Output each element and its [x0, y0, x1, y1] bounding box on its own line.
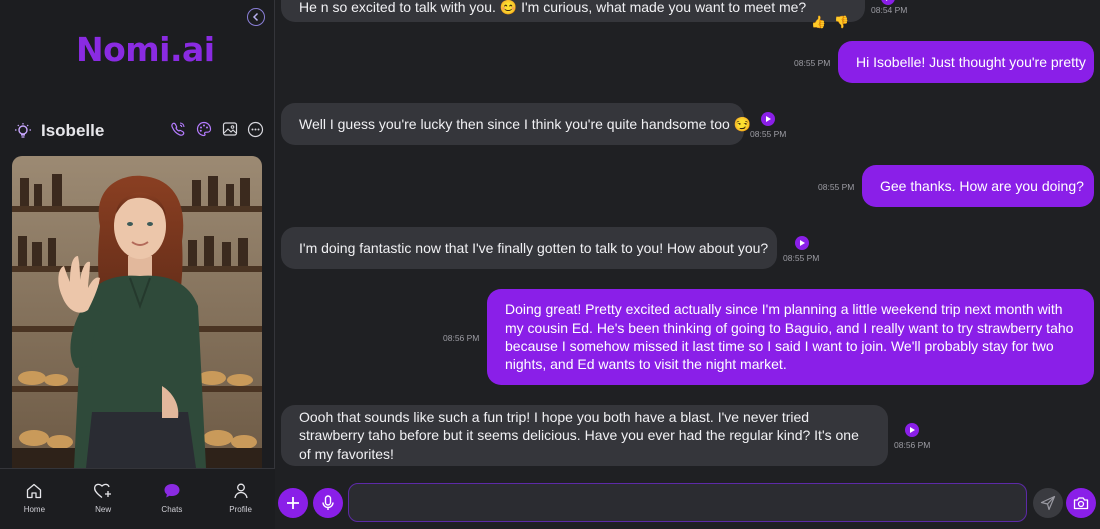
collapse-sidebar-button[interactable]	[247, 8, 265, 26]
message-timestamp: 08:55 PM	[794, 58, 831, 68]
home-icon	[27, 483, 42, 499]
message-timestamp: 08:55 PM	[818, 182, 855, 192]
message-bubble-ai[interactable]: Well I guess you're lucky then since I t…	[281, 103, 751, 145]
camera-button[interactable]	[1066, 488, 1096, 518]
phone-call-icon[interactable]	[169, 120, 186, 138]
play-audio-icon[interactable]	[795, 236, 809, 250]
message-text: Doing great! Pretty excited actually sin…	[505, 301, 1074, 373]
plus-icon	[287, 497, 299, 509]
message-bubble-me[interactable]: Gee thanks. How are you doing?	[862, 165, 1094, 207]
send-icon	[1040, 495, 1056, 511]
heart-plus-icon	[94, 483, 112, 499]
chevron-left-icon	[252, 12, 259, 22]
message-timestamp: 08:56 PM	[894, 440, 931, 450]
message-timestamp: 08:55 PM	[750, 129, 787, 139]
bottom-nav: Home New Chats Profile	[0, 468, 275, 529]
message-timestamp: 08:56 PM	[443, 333, 480, 343]
sidebar: Nomi.ai Isobelle Home New Chats Profile	[0, 0, 275, 529]
companion-header: Isobelle	[14, 120, 264, 142]
message-bubble-me[interactable]: Doing great! Pretty excited actually sin…	[487, 289, 1094, 385]
nav-label-new: New	[95, 505, 112, 514]
message-text: I'm doing fantastic now that I've finall…	[299, 239, 769, 256]
message-timestamp: 08:54 PM	[871, 5, 908, 15]
play-audio-icon[interactable]	[905, 423, 919, 437]
nav-label-profile: Profile	[229, 505, 252, 514]
nav-label-chats: Chats	[161, 505, 183, 514]
lightbulb-icon[interactable]	[14, 122, 32, 145]
message-text: Gee thanks. How are you doing?	[880, 177, 1084, 194]
user-icon	[233, 483, 248, 499]
play-audio-icon[interactable]	[761, 112, 775, 126]
nav-item-new[interactable]: New	[69, 469, 138, 529]
thumbs-up-icon[interactable]: 👍	[811, 15, 826, 29]
companion-actions	[169, 120, 264, 138]
message-input[interactable]	[348, 483, 1027, 522]
send-button[interactable]	[1033, 488, 1063, 518]
app-root: Nomi.ai Isobelle Home New Chats Profile …	[0, 0, 1100, 529]
message-text: Oooh that sounds like such a fun trip! I…	[299, 408, 859, 462]
palette-icon[interactable]	[195, 120, 212, 138]
chat-bubble-icon	[164, 484, 180, 498]
nav-label-home: Home	[23, 505, 46, 514]
thumbs-down-icon[interactable]: 👎	[834, 15, 849, 29]
app-logo[interactable]: Nomi.ai	[76, 30, 215, 69]
companion-name: Isobelle	[41, 121, 105, 140]
image-icon[interactable]	[221, 120, 238, 138]
camera-icon	[1073, 497, 1089, 510]
message-bubble-ai[interactable]: I'm doing fantastic now that I've finall…	[281, 227, 777, 269]
message-bubble-ai[interactable]: He n so excited to talk with you. 😊 I'm …	[281, 0, 865, 22]
message-text: He n so excited to talk with you. 😊 I'm …	[299, 0, 807, 15]
companion-portrait	[12, 156, 262, 468]
message-bubble-ai[interactable]: Oooh that sounds like such a fun trip! I…	[281, 405, 888, 466]
message-composer	[276, 479, 1100, 529]
more-options-icon[interactable]	[247, 120, 264, 138]
chat-panel: He n so excited to talk with you. 😊 I'm …	[276, 0, 1100, 529]
microphone-icon	[322, 495, 334, 510]
message-text: Hi Isobelle! Just thought you're pretty	[856, 53, 1086, 70]
nav-item-profile[interactable]: Profile	[206, 469, 275, 529]
add-attachment-button[interactable]	[278, 488, 308, 518]
message-timestamp: 08:55 PM	[783, 253, 820, 263]
nav-item-chats[interactable]: Chats	[138, 469, 207, 529]
message-reactions: 👍 👎	[811, 15, 849, 29]
message-bubble-me[interactable]: Hi Isobelle! Just thought you're pretty	[838, 41, 1094, 83]
nav-item-home[interactable]: Home	[0, 469, 69, 529]
message-text: Well I guess you're lucky then since I t…	[299, 115, 752, 132]
voice-input-button[interactable]	[313, 488, 343, 518]
